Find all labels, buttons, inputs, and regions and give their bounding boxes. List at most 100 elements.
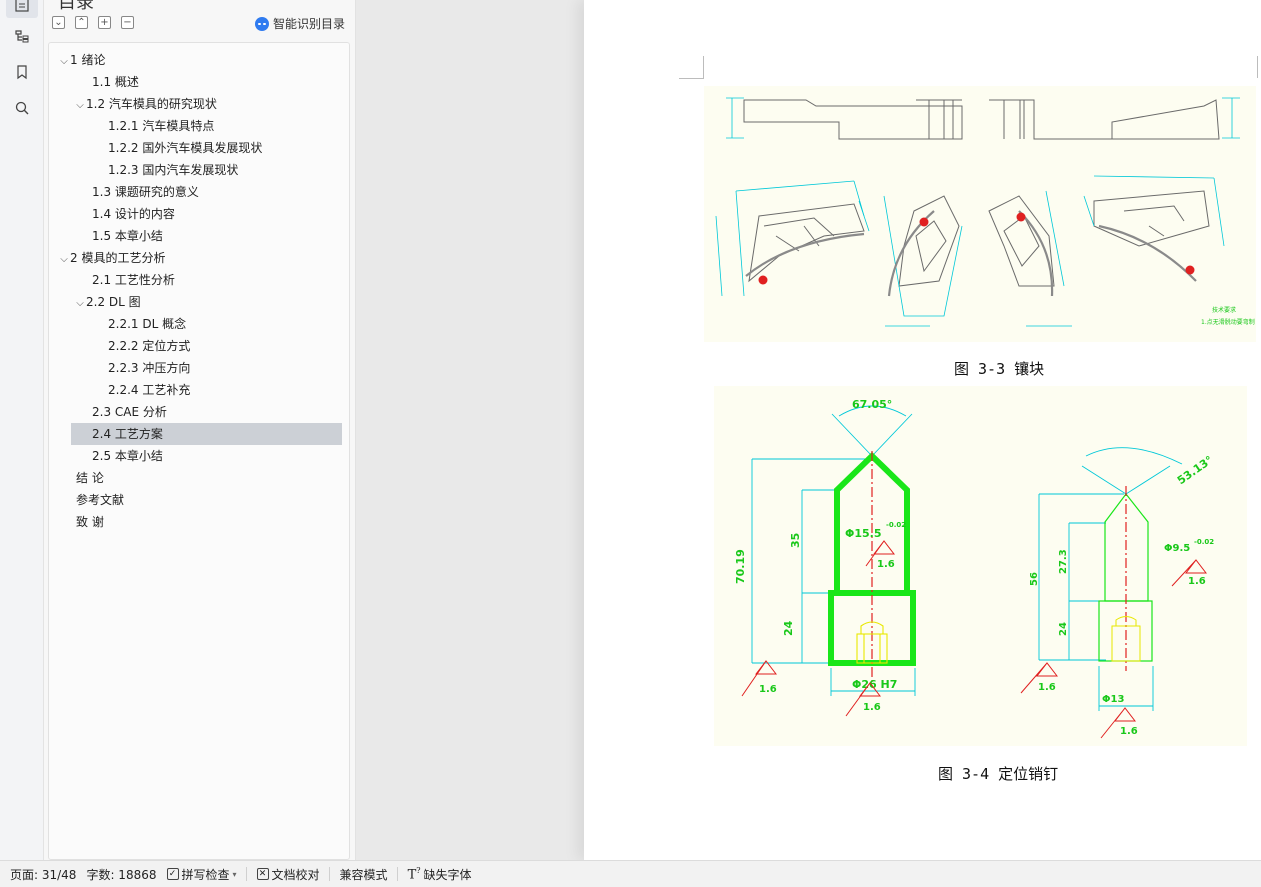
toc-item[interactable]: 1.2.1 汽车模具特点 [49,115,214,137]
toc-title: 目录 [58,0,94,13]
toc-item[interactable]: 1.1 概述 [49,71,139,93]
pin2-roughness-2: 1.6 [1038,682,1056,693]
toc-item-label: 2.2 DL 图 [86,295,141,309]
pin1-total-height: 70.19 [734,549,747,584]
toc-item-label: 参考文献 [76,493,125,507]
search-icon[interactable] [6,95,38,121]
proofread-button[interactable]: ✕ 文档校对 [247,866,320,883]
spell-check-button[interactable]: ✓ 拼写检查 ▾ [157,866,237,883]
toc-item-label: 致 谢 [76,515,104,529]
toc-toolbar: ⌄ ⌃ + − [52,16,134,29]
toc-item-label: 1.4 设计的内容 [92,207,175,221]
pin2-upper-diameter: Φ9.5 [1164,543,1190,554]
toc-item-label: 1.2 汽车模具的研究现状 [86,97,217,111]
toc-item-label: 1.2.1 汽车模具特点 [108,119,215,133]
pin1-lower-height: 24 [782,620,795,636]
toc-item-label: 1.1 概述 [92,75,139,89]
smart-toc-label: 智能识别目录 [272,17,345,31]
toc-panel: 目录 ⌄ ⌃ + − 智能识别目录 ⌵ 1 绪论 1.1 概述 ⌵ 1.2 汽车模具的研… [44,0,356,860]
pin2-lower-height: 24 [1058,622,1069,636]
check-icon: ✓ [166,868,179,880]
page-indicator[interactable]: 页面: 31/48 [0,866,76,883]
toc-item-label: 2.4 工艺方案 [92,427,163,441]
toc-item-label: 2 模具的工艺分析 [70,251,166,265]
toc-item-label: 2.2.1 DL 概念 [108,317,187,331]
toc-item[interactable]: ⌵ 2.2 DL 图 [49,291,141,315]
toc-item-label: 1 绪论 [70,53,106,67]
toc-item[interactable]: ⌵ 1 绪论 [49,49,105,71]
toc-item[interactable]: 1.3 课题研究的意义 [49,181,199,203]
pin2-roughness-1: 1.6 [1188,576,1206,587]
ai-bot-icon [254,16,269,31]
figure-3-4-locating-pin-drawing[interactable]: 67.05° 70.19 35 24 Φ15.5 -0.02 Φ26 H7 1.… [714,386,1247,746]
chevron-down-icon[interactable]: ⌵ [74,95,86,117]
spell-check-label: 拼写检查 [181,867,230,882]
toc-item[interactable]: 1.2.2 国外汽车模具发展现状 [49,137,262,159]
pin1-roughness-1: 1.6 [877,559,895,570]
toc-item[interactable]: 2.1 工艺性分析 [49,269,175,291]
toc-item[interactable]: 2.2.2 定位方式 [49,335,190,357]
toc-item[interactable]: 2.2.1 DL 概念 [49,313,186,335]
toc-item[interactable]: 参考文献 [49,489,124,511]
toc-item[interactable]: 2.2.4 工艺补充 [49,379,190,401]
toc-item[interactable]: 2.5 本章小结 [49,445,163,467]
collapse-down-icon[interactable]: ⌄ [52,16,65,29]
toc-item[interactable]: 2.4 工艺方案 [71,423,342,445]
pin1-upper-diameter: Φ15.5 [845,527,882,540]
chevron-down-icon[interactable]: ⌵ [58,249,70,271]
toc-item-label: 2.2.3 冲压方向 [108,361,191,375]
toc-item-label: 1.2.2 国外汽车模具发展现状 [108,141,263,155]
pin2-tolerance: -0.02 [1194,538,1214,546]
toc-item[interactable]: 1.2.3 国内汽车发展现状 [49,159,238,181]
figure-3-3-insert-drawing[interactable]: 技术要求 1.点无滑脱动要弯制 [704,86,1256,342]
compat-mode-label: 兼容模式 [339,867,388,882]
expand-up-icon[interactable]: ⌃ [75,16,88,29]
compat-mode[interactable]: 兼容模式 [330,866,388,883]
outline-icon[interactable] [6,23,38,49]
pin1-roughness-2: 1.6 [759,684,777,695]
pin2-base-diameter: Φ13 [1102,694,1124,705]
toc-panel-icon[interactable] [6,0,38,18]
toc-item-label: 2.2.2 定位方式 [108,339,191,353]
toc-list: ⌵ 1 绪论 1.1 概述 ⌵ 1.2 汽车模具的研究现状 1.2.1 汽车模具特点 1.2… [48,42,350,860]
chevron-down-icon[interactable]: ⌵ [58,51,70,73]
figure-3-3-caption: 图 3-3 镶块 [954,360,1045,378]
crop-mark [703,56,704,78]
page-count: 页面: 31/48 [10,867,77,882]
toc-item[interactable]: 1.5 本章小结 [49,225,163,247]
chevron-down-icon[interactable]: ⌵ [74,293,86,315]
crop-mark [1257,56,1258,78]
bookmark-icon[interactable] [6,59,38,85]
toc-item[interactable]: ⌵ 2 模具的工艺分析 [49,247,165,269]
toc-item[interactable]: 2.3 CAE 分析 [49,401,167,423]
font-warning-icon: T? [407,865,421,883]
status-bar: 页面: 31/48 字数: 18868 ✓ 拼写检查 ▾ ✕ 文档校对 兼容模式… [0,860,1261,887]
toc-item[interactable]: 1.4 设计的内容 [49,203,175,225]
missing-fonts-button[interactable]: T? 缺失字体 [398,866,472,883]
toc-item-label: 2.5 本章小结 [92,449,163,463]
toc-item[interactable]: 2.2.3 冲压方向 [49,357,190,379]
smart-toc-button[interactable]: 智能识别目录 [254,15,345,32]
toc-item-label: 2.1 工艺性分析 [92,273,175,287]
pin1-tolerance: -0.02 [886,521,906,529]
proofread-icon: ✕ [256,868,269,880]
toc-item-label: 1.5 本章小结 [92,229,163,243]
pin1-upper-height: 35 [789,533,802,548]
toc-item[interactable]: 致 谢 [49,511,104,533]
toc-item-label: 1.2.3 国内汽车发展现状 [108,163,239,177]
word-count[interactable]: 字数: 18868 [76,866,156,883]
toc-item-label: 结 论 [76,471,104,485]
pin1-angle-label: 67.05° [852,398,892,411]
pin2-angle-label: 53.13° [1175,453,1215,487]
toc-item[interactable]: ⌵ 1.2 汽车模具的研究现状 [49,93,217,115]
toc-item[interactable]: 结 论 [49,467,104,489]
icon-rail [0,0,44,860]
tech-req-line: 1.点无滑脱动要弯制 [1201,318,1255,326]
pin2-roughness-3: 1.6 [1120,726,1138,737]
toc-item-label: 2.2.4 工艺补充 [108,383,191,397]
remove-heading-icon[interactable]: − [121,16,134,29]
add-heading-icon[interactable]: + [98,16,111,29]
crop-mark [679,78,704,79]
pin2-total-height: 56 [1029,572,1040,586]
figure-3-4-caption: 图 3-4 定位销钉 [938,765,1059,783]
